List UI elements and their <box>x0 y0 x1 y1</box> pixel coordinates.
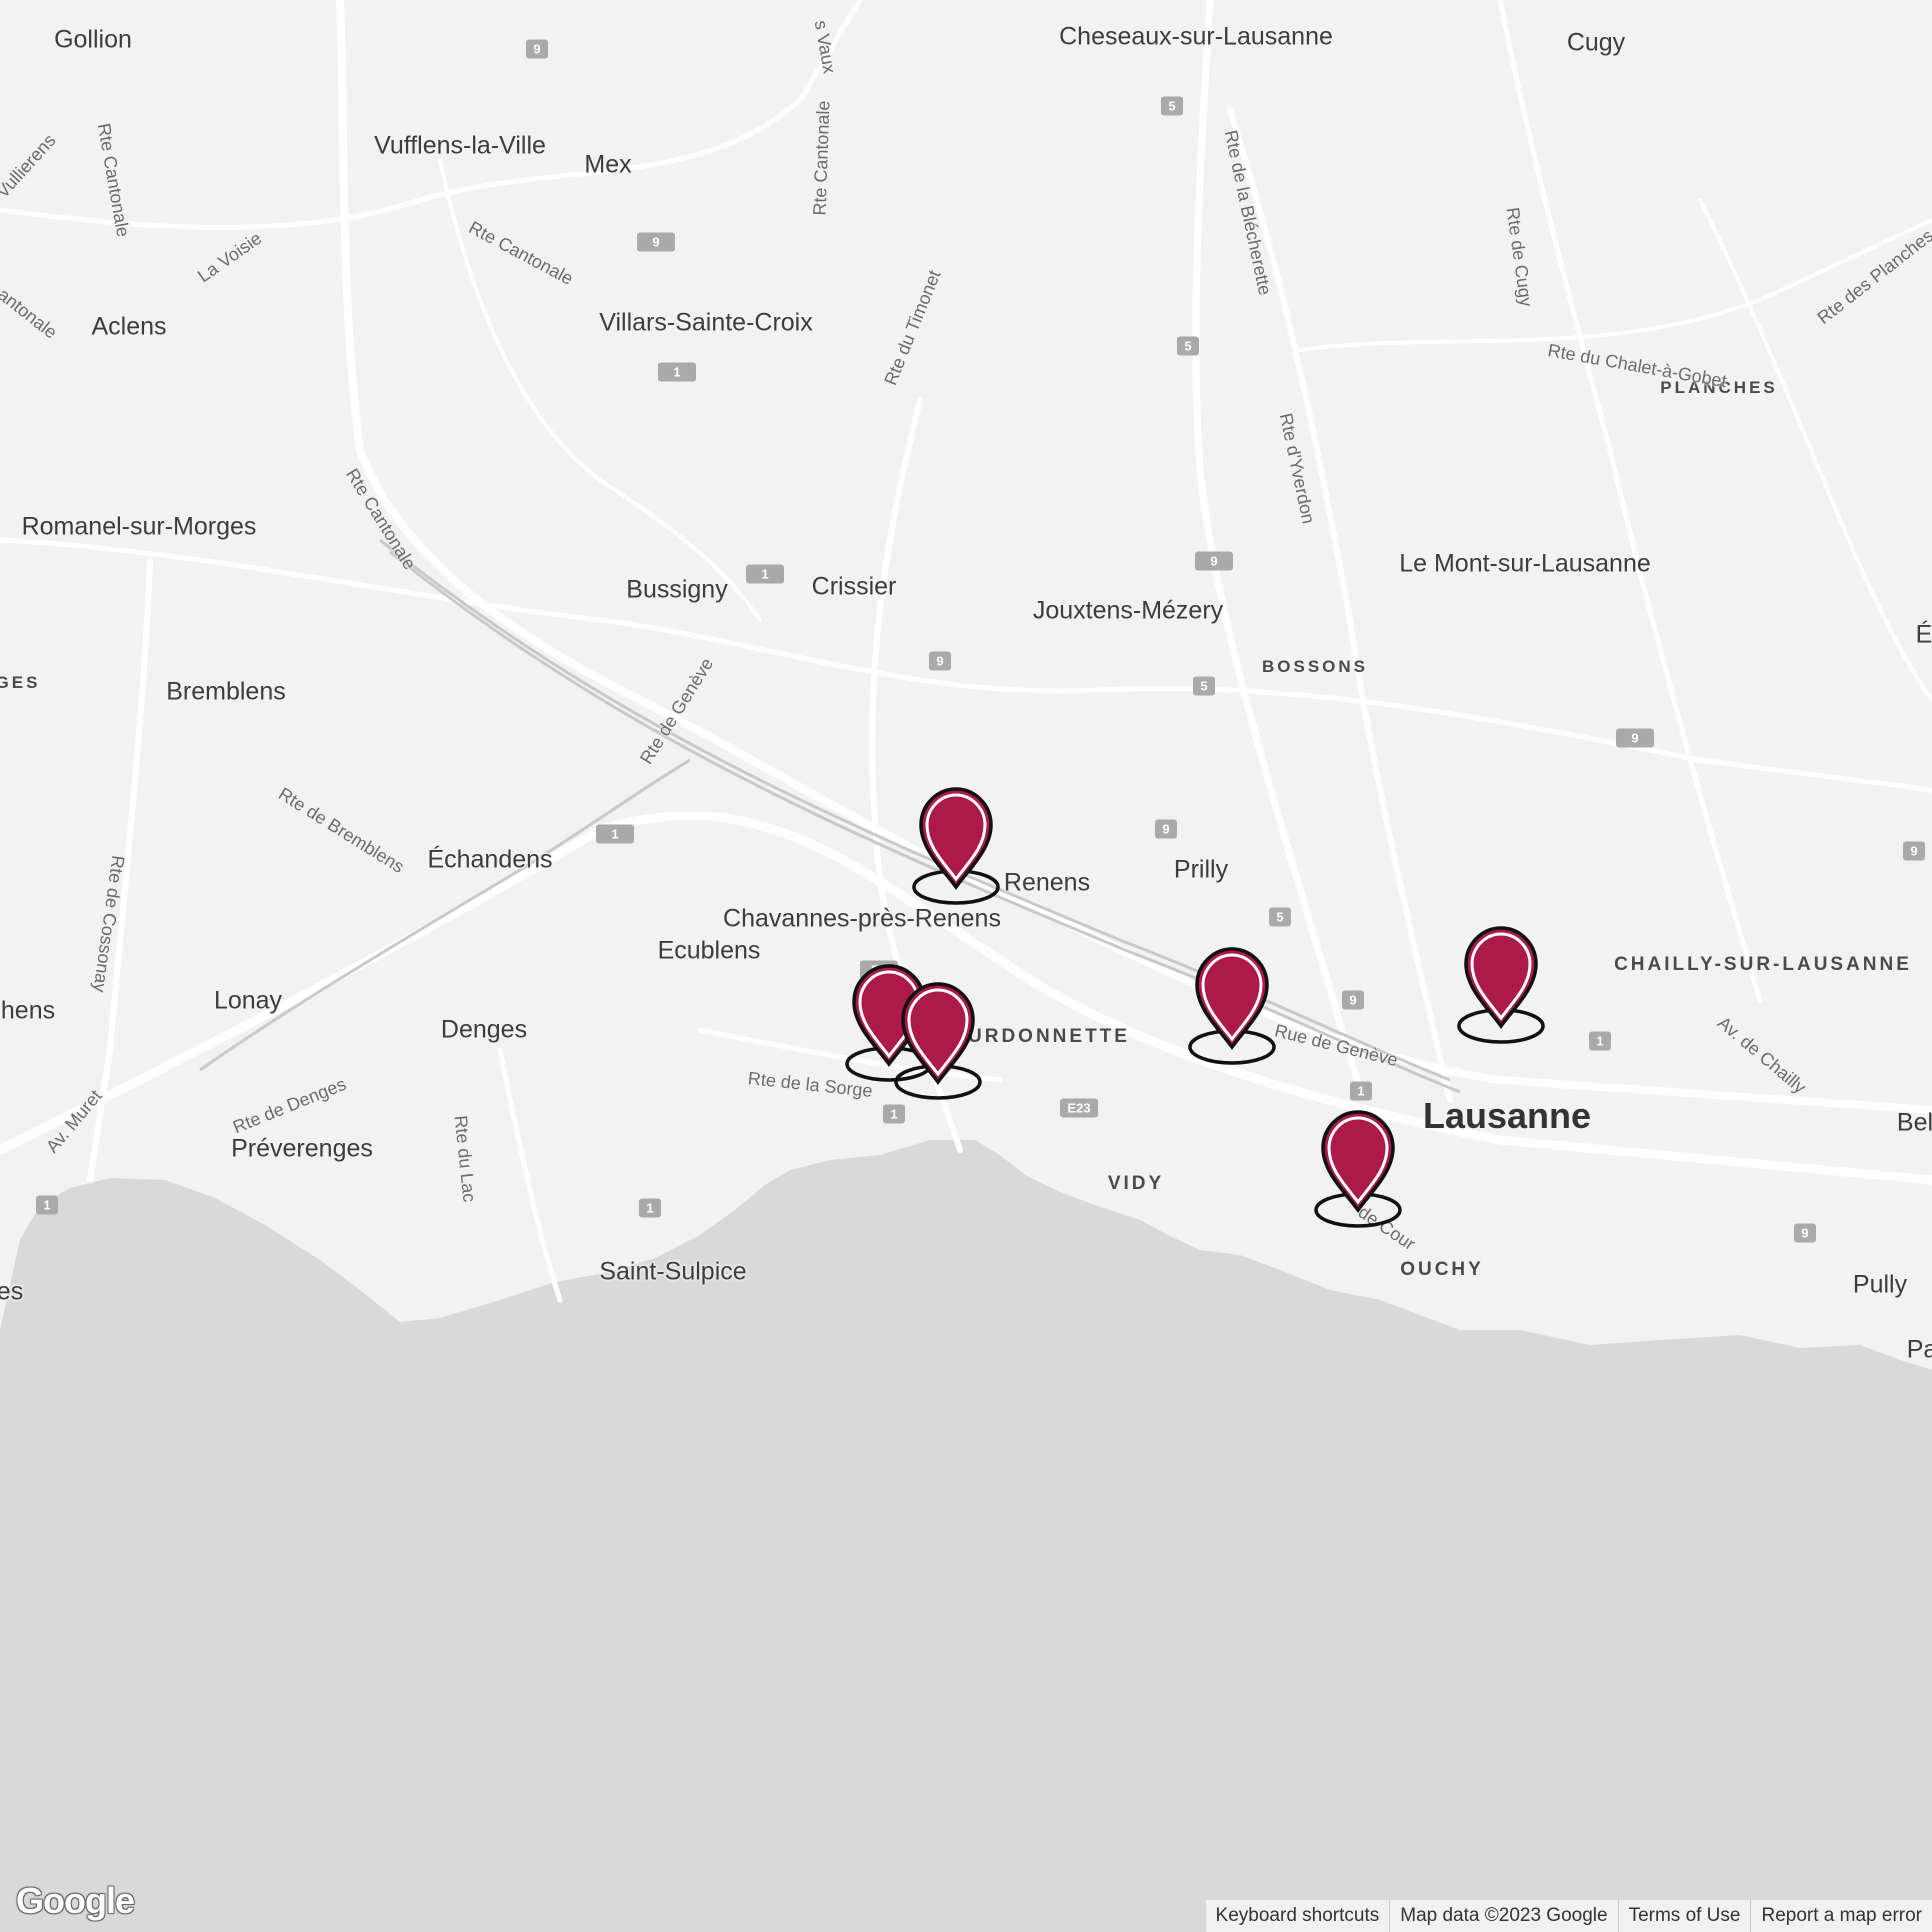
place-label: Romanel-sur-Morges <box>21 512 257 541</box>
district-label: URDONNETTE <box>968 1026 1130 1047</box>
road-label: Rte Cantonale <box>809 100 834 216</box>
place-label: Cheseaux-sur-Lausanne <box>1059 22 1333 51</box>
route-shield: 5 <box>1193 676 1215 696</box>
google-logo[interactable]: Google <box>16 1880 135 1922</box>
route-shield: 5 <box>1161 96 1183 116</box>
route-shield: 9 <box>1616 728 1654 748</box>
route-shield: 5 <box>1177 336 1199 356</box>
place-label: Bel <box>1896 1108 1932 1137</box>
place-label: Crissier <box>811 572 897 601</box>
map-marker-pin[interactable] <box>1456 924 1546 1044</box>
district-label: CHAILLY-SUR-LAUSANNE <box>1614 954 1912 975</box>
place-label: Lonay <box>213 986 283 1015</box>
place-label: Jouxtens-Mézery <box>1032 596 1224 625</box>
place-label: Chavannes-près-Renens <box>723 904 1001 933</box>
route-shield: 1 <box>1350 1081 1372 1101</box>
place-label: Saint-Sulpice <box>599 1257 747 1286</box>
route-shield: 9 <box>1903 841 1925 861</box>
district-label: GES <box>0 673 41 692</box>
place-label: Prilly <box>1173 855 1229 884</box>
map-marker-pin[interactable] <box>893 980 983 1100</box>
place-label: Gollion <box>54 25 132 54</box>
map-attribution-bar: Keyboard shortcuts Map data ©2023 Google… <box>1205 1900 1932 1932</box>
place-label: Ecublens <box>657 936 761 965</box>
route-shield: 9 <box>1342 990 1364 1010</box>
district-label: BOSSONS <box>1261 657 1369 676</box>
place-label: Bussigny <box>626 575 728 604</box>
place-label: Bremblens <box>166 677 286 706</box>
route-shield: 1 <box>36 1195 58 1215</box>
route-shield: 9 <box>637 232 675 252</box>
route-shield: 9 <box>1794 1223 1816 1243</box>
place-label: Renens <box>1003 868 1091 897</box>
place-label: Pully <box>1852 1270 1908 1299</box>
map-data-credit: Map data ©2023 Google <box>1389 1900 1617 1932</box>
map-marker-pin[interactable] <box>911 785 1001 905</box>
place-label: Mex <box>584 150 632 179</box>
route-shield: 1 <box>1589 1031 1611 1051</box>
route-shield: 1 <box>746 564 784 584</box>
place-label: É <box>1915 620 1932 649</box>
route-shield: 5 <box>1269 907 1291 927</box>
route-shield: 1 <box>639 1198 661 1218</box>
place-label: Villars-Sainte-Croix <box>599 308 813 337</box>
route-shield: 1 <box>658 362 696 382</box>
keyboard-shortcuts-link[interactable]: Keyboard shortcuts <box>1206 1900 1390 1932</box>
route-shield: 9 <box>929 651 951 671</box>
city-label: Lausanne <box>1422 1095 1592 1136</box>
map-marker-pin[interactable] <box>1187 945 1277 1065</box>
place-label: hens <box>0 996 56 1025</box>
route-shield: 9 <box>1155 819 1177 839</box>
place-label: Cugy <box>1566 28 1626 57</box>
place-label: es <box>0 1277 24 1306</box>
place-label: Aclens <box>91 312 167 341</box>
place-label: Préverenges <box>231 1134 373 1163</box>
place-label: Denges <box>440 1015 528 1044</box>
place-label: Le Mont-sur-Lausanne <box>1399 549 1651 578</box>
report-map-error-link[interactable]: Report a map error <box>1750 1900 1932 1932</box>
map-canvas[interactable]: Gollion Vufflens-la-Ville Mex Cheseaux-s… <box>0 0 1932 1932</box>
place-label: Pa <box>1906 1335 1932 1364</box>
route-shield: 1 <box>596 824 634 844</box>
terms-of-use-link[interactable]: Terms of Use <box>1617 1900 1751 1932</box>
district-label: OUCHY <box>1400 1259 1484 1280</box>
district-label: VIDY <box>1107 1173 1165 1194</box>
route-shield: 1 <box>883 1104 905 1124</box>
place-label: Échandens <box>427 845 553 874</box>
route-shield: 9 <box>526 39 548 59</box>
map-marker-pin[interactable] <box>1313 1108 1403 1228</box>
route-shield: 9 <box>1195 551 1233 571</box>
route-shield: E23 <box>1060 1098 1098 1118</box>
place-label: Vufflens-la-Ville <box>374 131 546 160</box>
